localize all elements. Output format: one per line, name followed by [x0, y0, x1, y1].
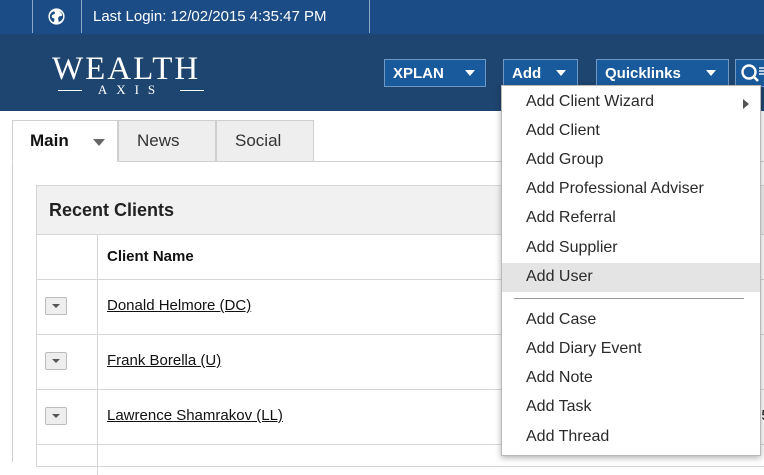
search-icon	[741, 64, 764, 82]
menu-item-label: Add Group	[526, 151, 604, 168]
last-login-text: Last Login: 12/02/2015 4:35:47 PM	[93, 8, 327, 25]
xplan-menu-button[interactable]: XPLAN	[384, 59, 486, 87]
menu-item-add-supplier[interactable]: Add Supplier	[502, 234, 760, 263]
xplan-label: XPLAN	[393, 65, 444, 82]
quicklinks-menu-button[interactable]: Quicklinks	[596, 59, 729, 87]
last-login-cell: Last Login: 12/02/2015 4:35:47 PM	[80, 0, 370, 33]
logo-line-right	[180, 90, 204, 91]
logo-main-text: WEALTH	[52, 51, 201, 87]
client-link[interactable]: Lawrence Shamrakov (LL)	[107, 407, 283, 424]
menu-item-label: Add Supplier	[526, 239, 618, 256]
tab-news-label: News	[137, 131, 180, 150]
menu-item-label: Add Client Wizard	[526, 93, 655, 110]
menu-item-add-professional-adviser[interactable]: Add Professional Adviser	[502, 175, 760, 204]
client-link[interactable]: Donald Helmore (DC)	[107, 297, 251, 314]
menu-item-add-case[interactable]: Add Case	[502, 306, 760, 335]
add-label: Add	[512, 65, 542, 82]
globe-button[interactable]	[32, 0, 82, 33]
menu-item-add-diary-event[interactable]: Add Diary Event	[502, 335, 760, 364]
menu-item-label: Add Professional Adviser	[526, 180, 704, 197]
menu-item-label: Add Note	[526, 369, 593, 386]
menu-separator	[514, 298, 744, 299]
recent-clients-title: Recent Clients	[49, 200, 175, 220]
menu-item-label: Add Case	[526, 311, 597, 328]
top-status-bar: Last Login: 12/02/2015 4:35:47 PM	[0, 0, 764, 34]
menu-item-add-user[interactable]: Add User	[502, 263, 760, 292]
chevron-right-icon	[743, 99, 749, 109]
caret-down-icon	[465, 70, 475, 76]
tab-main-label: Main	[30, 131, 69, 150]
client-link[interactable]: Frank Borella (U)	[107, 352, 221, 369]
menu-item-add-note[interactable]: Add Note	[502, 364, 760, 393]
tab-news[interactable]: News	[118, 120, 216, 162]
menu-item-add-client[interactable]: Add Client	[502, 117, 760, 146]
add-menu-button[interactable]: Add	[503, 59, 578, 87]
caret-down-icon[interactable]	[93, 139, 105, 146]
menu-item-add-group[interactable]: Add Group	[502, 146, 760, 175]
quicklinks-label: Quicklinks	[605, 65, 681, 82]
menu-item-label: Add Client	[526, 122, 600, 139]
menu-item-label: Add User	[526, 268, 593, 285]
add-dropdown-menu: Add Client Wizard Add Client Add Group A…	[501, 85, 761, 456]
menu-item-label: Add Referral	[526, 209, 616, 226]
menu-item-add-thread[interactable]: Add Thread	[502, 423, 760, 452]
tab-social-label: Social	[235, 131, 282, 150]
tab-main[interactable]: Main	[12, 120, 118, 162]
row-actions-button[interactable]	[45, 352, 67, 370]
search-button[interactable]	[735, 59, 764, 87]
row-actions-button[interactable]	[45, 407, 67, 425]
menu-item-label: Add Thread	[526, 428, 610, 445]
row-actions-button[interactable]	[45, 297, 67, 315]
menu-item-add-referral[interactable]: Add Referral	[502, 204, 760, 233]
caret-down-icon	[556, 70, 566, 76]
menu-item-label: Add Task	[526, 398, 592, 415]
globe-icon	[48, 8, 65, 25]
wealth-axis-logo[interactable]: WEALTH AXIS	[52, 52, 212, 98]
menu-item-label: Add Diary Event	[526, 340, 642, 357]
caret-down-icon	[706, 70, 716, 76]
menu-item-add-client-wizard[interactable]: Add Client Wizard	[502, 88, 760, 117]
client-name-column-header[interactable]: Client Name	[107, 248, 194, 265]
menu-item-add-task[interactable]: Add Task	[502, 393, 760, 422]
tab-social[interactable]: Social	[216, 120, 314, 162]
